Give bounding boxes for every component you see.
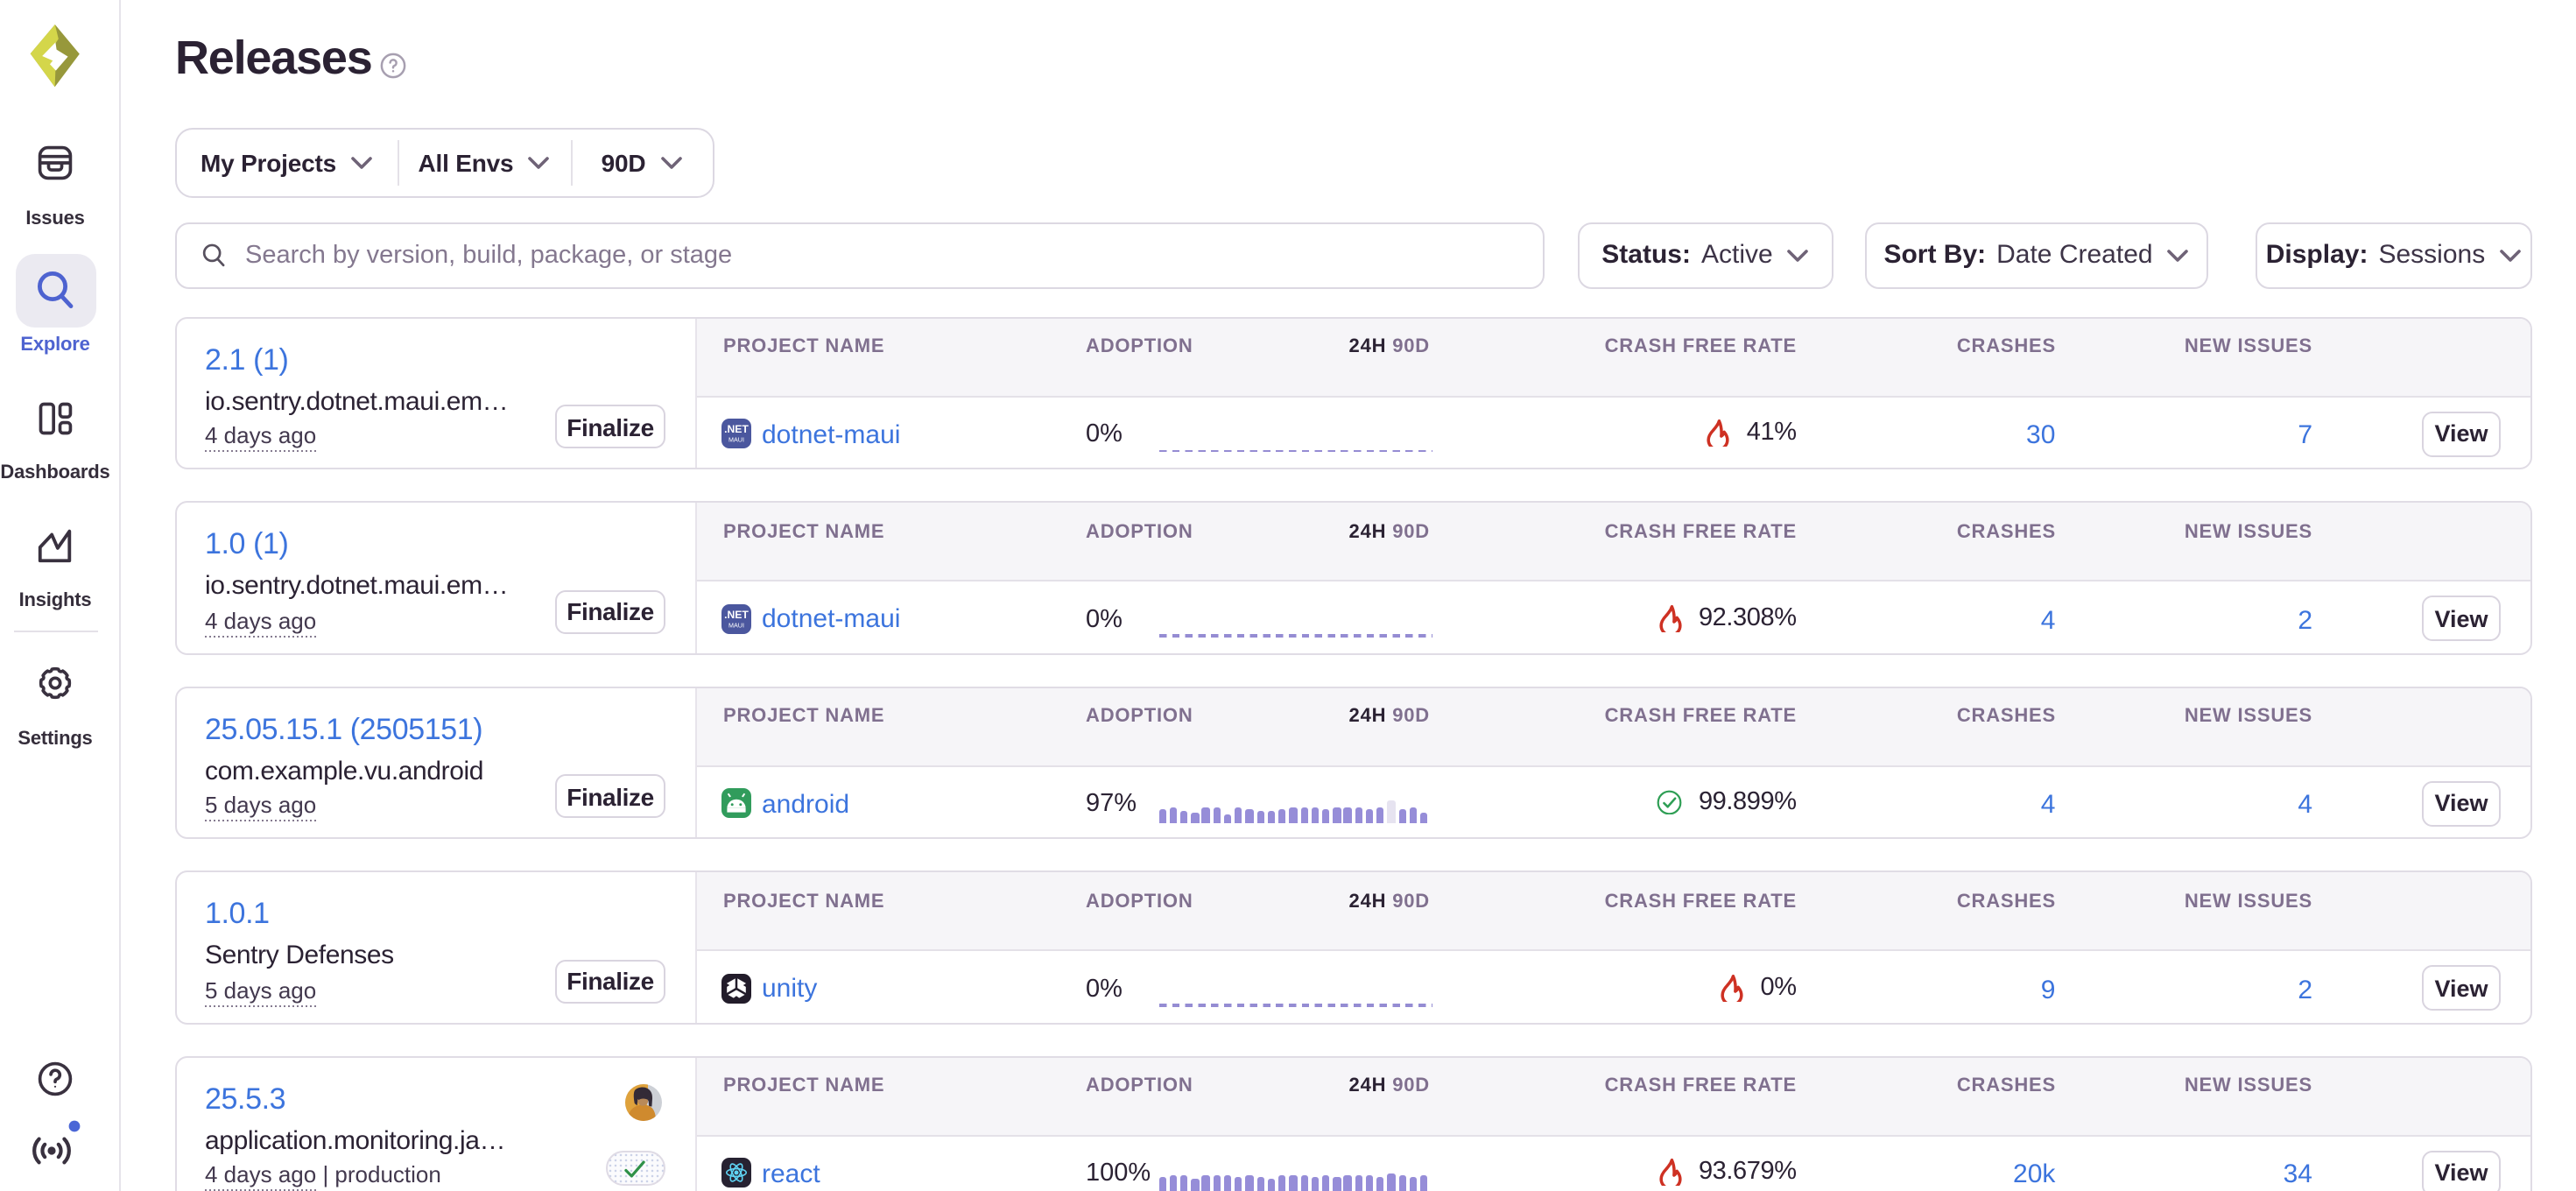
svg-text:MAUI: MAUI: [728, 620, 744, 628]
svg-text:.NET: .NET: [724, 608, 749, 620]
svg-text:.NET: .NET: [724, 423, 749, 435]
svg-text:MAUI: MAUI: [728, 435, 744, 443]
